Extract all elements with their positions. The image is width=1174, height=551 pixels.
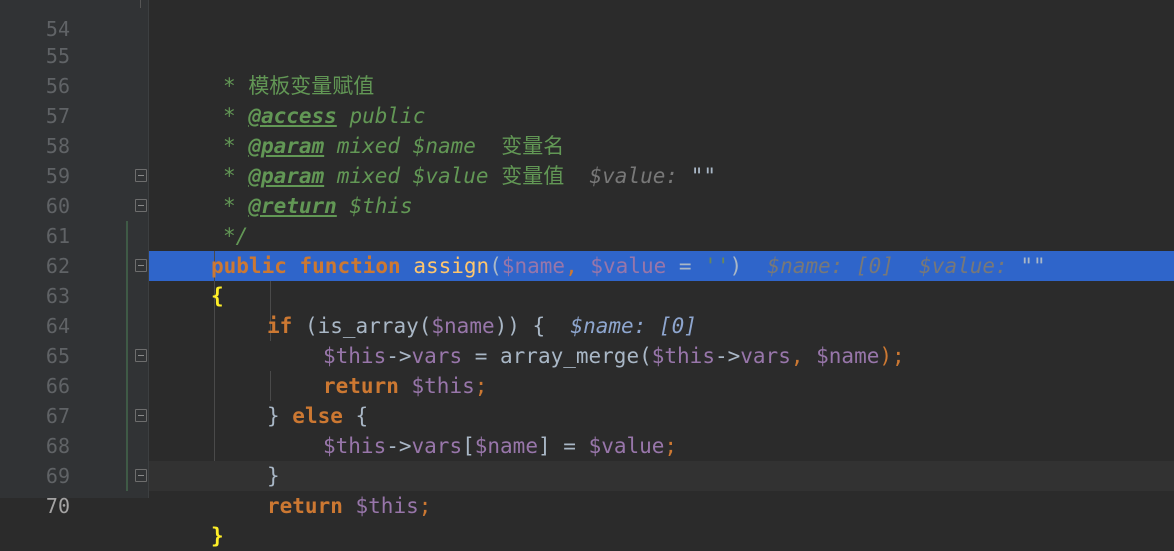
code-line[interactable]: 55 * 模板变量赋值 — [0, 11, 1174, 98]
code-line[interactable]: 65 return $this; — [0, 311, 1174, 398]
code-line[interactable]: 68 } — [0, 401, 1174, 488]
code-line-selected[interactable]: 63 if (is_array($name)) { $name: [0] — [0, 251, 1174, 338]
code-line[interactable]: 57 * @param mixed $name 变量名 — [0, 71, 1174, 158]
code-line[interactable]: 66 } else { — [0, 341, 1174, 428]
code-line[interactable]: 69 return $this; — [0, 431, 1174, 518]
code-line[interactable]: 62 { — [0, 221, 1174, 308]
code-line[interactable]: 67 $this->vars[$name] = $value; — [0, 371, 1174, 458]
code-line[interactable]: 64 $this->vars = array_merge($this->vars… — [0, 281, 1174, 368]
code-line[interactable]: 56 * @access public — [0, 41, 1174, 128]
code-line[interactable]: 58 * @param mixed $value 变量值 $value: "" — [0, 101, 1174, 188]
code-line[interactable]: 59 * @return $this — [0, 131, 1174, 218]
code-line[interactable]: 60 */ — [0, 161, 1174, 248]
matched-brace: } — [211, 524, 224, 548]
code-line[interactable]: 61 public function assign($name, $value … — [0, 191, 1174, 278]
code-line-current[interactable]: 70 } — [0, 461, 1174, 548]
line-number: 70 — [45, 494, 70, 518]
